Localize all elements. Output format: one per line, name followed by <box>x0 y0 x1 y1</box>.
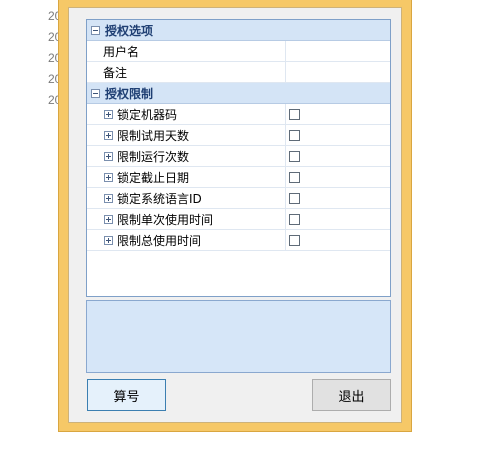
category-license-options[interactable]: 授权选项 <box>87 20 390 41</box>
category-label: 授权选项 <box>105 23 154 38</box>
expand-plus-icon[interactable] <box>104 172 113 182</box>
category-license-limits[interactable]: 授权限制 <box>87 83 390 104</box>
license-dialog-window: 授权选项 用户名 备注 授权限制 锁定机器码 限制试用天数 限制运行次数 锁定截… <box>58 0 412 432</box>
property-name: 锁定截止日期 <box>117 170 190 185</box>
expand-plus-icon[interactable] <box>104 214 113 224</box>
property-row-run-count[interactable]: 限制运行次数 <box>87 146 390 167</box>
calculate-key-button[interactable]: 算号 <box>87 379 166 411</box>
expand-plus-icon[interactable] <box>104 151 113 161</box>
property-row-lock-machine-code[interactable]: 锁定机器码 <box>87 104 390 125</box>
system-language-id-checkbox[interactable] <box>289 192 300 204</box>
property-name: 限制单次使用时间 <box>117 212 214 227</box>
property-grid[interactable]: 授权选项 用户名 备注 授权限制 锁定机器码 限制试用天数 限制运行次数 锁定截… <box>86 19 391 297</box>
property-row-single-use-time[interactable]: 限制单次使用时间 <box>87 209 390 230</box>
username-field[interactable] <box>286 41 390 61</box>
property-description-panel <box>86 300 391 373</box>
total-use-time-checkbox[interactable] <box>289 234 300 246</box>
property-row-trial-days[interactable]: 限制试用天数 <box>87 125 390 146</box>
property-name: 锁定机器码 <box>117 107 178 122</box>
property-name: 锁定系统语言ID <box>117 191 202 206</box>
run-count-checkbox[interactable] <box>289 150 300 162</box>
trial-days-checkbox[interactable] <box>289 129 300 141</box>
remark-field[interactable] <box>286 62 390 82</box>
property-name: 用户名 <box>87 41 286 61</box>
lock-machine-code-checkbox[interactable] <box>289 108 300 120</box>
category-label: 授权限制 <box>105 86 154 101</box>
expand-plus-icon[interactable] <box>104 109 113 119</box>
property-row-system-language-id[interactable]: 锁定系统语言ID <box>87 188 390 209</box>
collapse-minus-icon[interactable] <box>91 88 100 98</box>
expiry-date-checkbox[interactable] <box>289 171 300 183</box>
exit-button[interactable]: 退出 <box>312 379 391 411</box>
property-row-remark[interactable]: 备注 <box>87 62 390 83</box>
dialog-client-area: 授权选项 用户名 备注 授权限制 锁定机器码 限制试用天数 限制运行次数 锁定截… <box>68 7 402 423</box>
expand-plus-icon[interactable] <box>104 193 113 203</box>
property-name: 限制运行次数 <box>117 149 190 164</box>
single-use-time-checkbox[interactable] <box>289 213 300 225</box>
collapse-minus-icon[interactable] <box>91 25 100 35</box>
property-name: 备注 <box>87 62 286 82</box>
expand-plus-icon[interactable] <box>104 130 113 140</box>
property-row-username[interactable]: 用户名 <box>87 41 390 62</box>
property-name: 限制总使用时间 <box>117 233 202 248</box>
property-row-total-use-time[interactable]: 限制总使用时间 <box>87 230 390 251</box>
property-name: 限制试用天数 <box>117 128 190 143</box>
property-row-expiry-date[interactable]: 锁定截止日期 <box>87 167 390 188</box>
expand-plus-icon[interactable] <box>104 235 113 245</box>
